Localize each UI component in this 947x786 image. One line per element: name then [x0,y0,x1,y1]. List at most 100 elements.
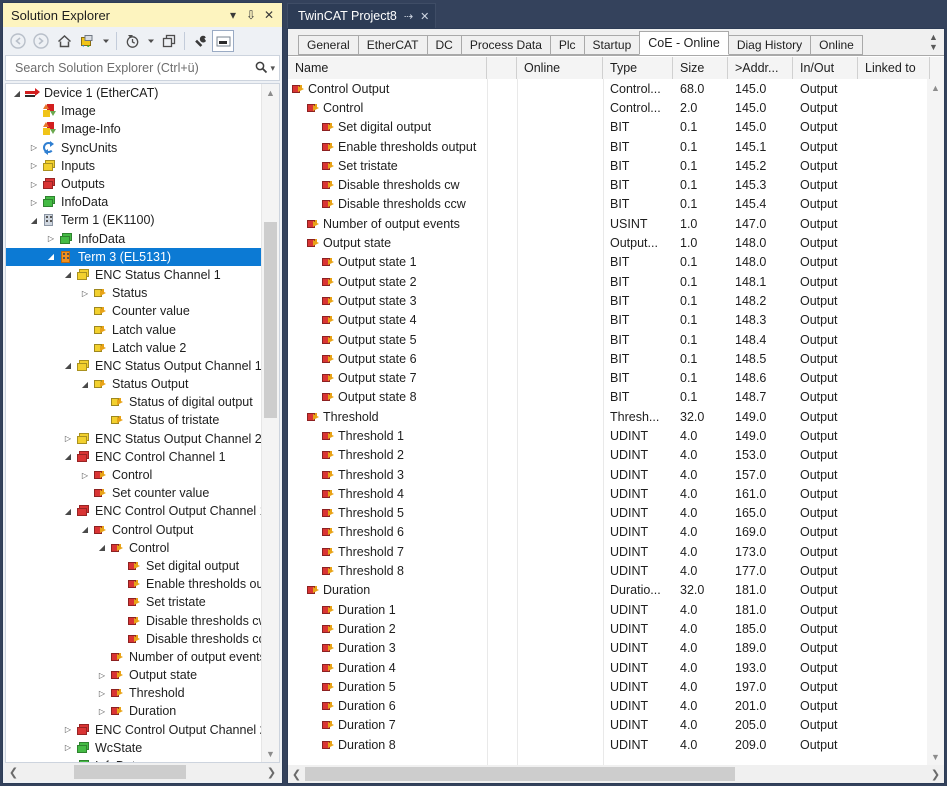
grid-row[interactable]: Threshold Thresh... 32.0 149.0 Output [288,407,927,426]
tree-expander-icon[interactable]: ▷ [95,684,109,702]
grid-rows[interactable]: Control Output Control... 68.0 145.0 Output C… [288,79,927,765]
tree-expander-icon[interactable]: ◢ [61,502,75,520]
column-header-blank[interactable] [487,57,517,79]
grid-row[interactable]: Disable thresholds ccw BIT 0.1 145.4 Output [288,195,927,214]
tree-expander-icon[interactable]: ▷ [44,230,58,248]
tab-scroll-up-icon[interactable]: ▲ [929,32,938,42]
grid-row[interactable]: Output state 6 BIT 0.1 148.5 Output [288,349,927,368]
grid-hscroll-track[interactable] [305,767,927,781]
tree-item[interactable]: Latch value [6,320,262,338]
tab-plc[interactable]: Plc [549,35,585,55]
tree-item[interactable]: ◢ ENC Control Channel 1 [6,448,262,466]
panel-dropdown-icon[interactable]: ▾ [224,6,242,24]
tree-item[interactable]: ▷ Duration [6,702,262,720]
document-tab-twincat-project[interactable]: TwinCAT Project8 ⇢ ✕ [287,3,437,28]
grid-scroll-left-icon[interactable]: ❮ [288,768,305,781]
tree-expander-icon[interactable]: ▷ [78,466,92,484]
column-header-in-out[interactable]: In/Out [793,57,858,79]
tree-item[interactable]: Disable thresholds ccw [6,630,262,648]
tree-item[interactable]: Image [6,102,262,120]
tree-item[interactable]: Disable thresholds cw [6,611,262,629]
grid-row[interactable]: Number of output events USINT 1.0 147.0 Outp… [288,214,927,233]
grid-row[interactable]: Threshold 8 UDINT 4.0 177.0 Output [288,561,927,580]
column-header-linked-to[interactable]: Linked to [858,57,930,79]
tree-expander-icon[interactable]: ▷ [27,157,41,175]
grid-row[interactable]: Threshold 5 UDINT 4.0 165.0 Output [288,504,927,523]
tab-scroll-down-icon[interactable]: ▼ [929,42,938,52]
grid-row[interactable]: Set digital output BIT 0.1 145.0 Output [288,118,927,137]
grid-scroll-down-icon[interactable]: ▼ [927,748,944,765]
tree-expander-icon[interactable]: ◢ [78,375,92,393]
tree-item[interactable]: ▷ Status [6,284,262,302]
tree-item[interactable]: Status of tristate [6,411,262,429]
tree-item[interactable]: ◢ Term 1 (EK1100) [6,211,262,229]
home-icon[interactable] [53,30,75,52]
tab-online[interactable]: Online [810,35,863,55]
tree-expander-icon[interactable]: ◢ [61,448,75,466]
tree-scroll-right-icon[interactable]: ❯ [263,766,280,779]
grid-hscroll-thumb[interactable] [305,767,735,781]
grid-row[interactable]: Output state 1 BIT 0.1 148.0 Output [288,253,927,272]
pending-changes-filter-icon[interactable] [121,30,143,52]
tree-expander-icon[interactable]: ▷ [78,284,92,302]
tab-scroll-buttons[interactable]: ▲ ▼ [925,29,942,54]
grid-row[interactable]: Duration 8 UDINT 4.0 209.0 Output [288,735,927,754]
tab-startup[interactable]: Startup [583,35,641,55]
grid-row[interactable]: Output state 2 BIT 0.1 148.1 Output [288,272,927,291]
tree-expander-icon[interactable]: ◢ [61,266,75,284]
grid-row[interactable]: Duration 6 UDINT 4.0 201.0 Output [288,697,927,716]
solution-tree[interactable]: ◢ Device 1 (EtherCAT) Image Image-Info ▷ Sync… [6,84,262,762]
tree-scroll-down-icon[interactable]: ▼ [262,745,279,762]
panel-close-icon[interactable]: ✕ [260,6,278,24]
grid-row[interactable]: Duration Duratio... 32.0 181.0 Output [288,581,927,600]
search-dropdown-icon[interactable]: ▾ [270,63,275,74]
tree-expander-icon[interactable]: ▷ [27,193,41,211]
tree-item[interactable]: ▷ InfoData [6,193,262,211]
grid-row[interactable]: Duration 3 UDINT 4.0 189.0 Output [288,639,927,658]
tree-hscroll-thumb[interactable] [74,765,186,779]
tree-expander-icon[interactable]: ◢ [95,539,109,557]
tree-expander-icon[interactable]: ▷ [27,139,41,157]
tree-item[interactable]: Enable thresholds output [6,575,262,593]
tree-item[interactable]: Set tristate [6,593,262,611]
tree-item[interactable]: ◢ Control Output [6,521,262,539]
column-header-size[interactable]: Size [673,57,728,79]
tree-expander-icon[interactable]: ◢ [10,84,24,102]
back-icon[interactable] [7,30,29,52]
tree-expander-icon[interactable]: ▷ [95,666,109,684]
grid-row[interactable]: Threshold 3 UDINT 4.0 157.0 Output [288,465,927,484]
grid-row[interactable]: Threshold 2 UDINT 4.0 153.0 Output [288,446,927,465]
tree-scroll-thumb[interactable] [264,222,277,418]
properties-icon[interactable] [189,30,211,52]
preview-selected-items-icon[interactable] [212,30,234,52]
grid-row[interactable]: Duration 5 UDINT 4.0 197.0 Output [288,677,927,696]
tree-item[interactable]: ▷ InfoData [6,757,262,762]
grid-row[interactable]: Output state 3 BIT 0.1 148.2 Output [288,291,927,310]
tree-item[interactable]: Set digital output [6,557,262,575]
tree-item[interactable]: Set counter value [6,484,262,502]
grid-row[interactable]: Enable thresholds output BIT 0.1 145.1 Outpu… [288,137,927,156]
tab-dc[interactable]: DC [426,35,462,55]
grid-row[interactable]: Threshold 6 UDINT 4.0 169.0 Output [288,523,927,542]
tree-item[interactable]: ◢ Control [6,539,262,557]
tab-process-data[interactable]: Process Data [460,35,551,55]
tree-expander-icon[interactable]: ▷ [61,721,75,739]
pending-changes-dropdown-icon[interactable] [144,30,157,52]
grid-horizontal-scrollbar[interactable]: ❮ ❯ [288,765,944,783]
tree-item[interactable]: ◢ Term 3 (EL5131) [6,247,262,266]
tree-item[interactable]: ▷ Control [6,466,262,484]
grid-row[interactable]: Set tristate BIT 0.1 145.2 Output [288,156,927,175]
column-header-name[interactable]: Name [288,57,487,79]
grid-row[interactable]: Output state 5 BIT 0.1 148.4 Output [288,330,927,349]
tree-item[interactable]: ▷ ENC Status Output Channel 2 [6,430,262,448]
tree-item[interactable]: ▷ Inputs [6,157,262,175]
collapse-all-icon[interactable] [158,30,180,52]
grid-row[interactable]: Threshold 4 UDINT 4.0 161.0 Output [288,484,927,503]
tree-item[interactable]: ▷ Output state [6,666,262,684]
tree-vertical-scrollbar[interactable]: ▲ ▼ [261,84,279,762]
grid-vertical-scrollbar[interactable]: ▲ ▼ [927,79,944,765]
tab-general[interactable]: General [298,35,359,55]
column-header-addr[interactable]: >Addr... [728,57,793,79]
search-solution-explorer-box[interactable]: ▾ [5,55,280,81]
panel-pin-icon[interactable]: ⇩ [242,6,260,24]
